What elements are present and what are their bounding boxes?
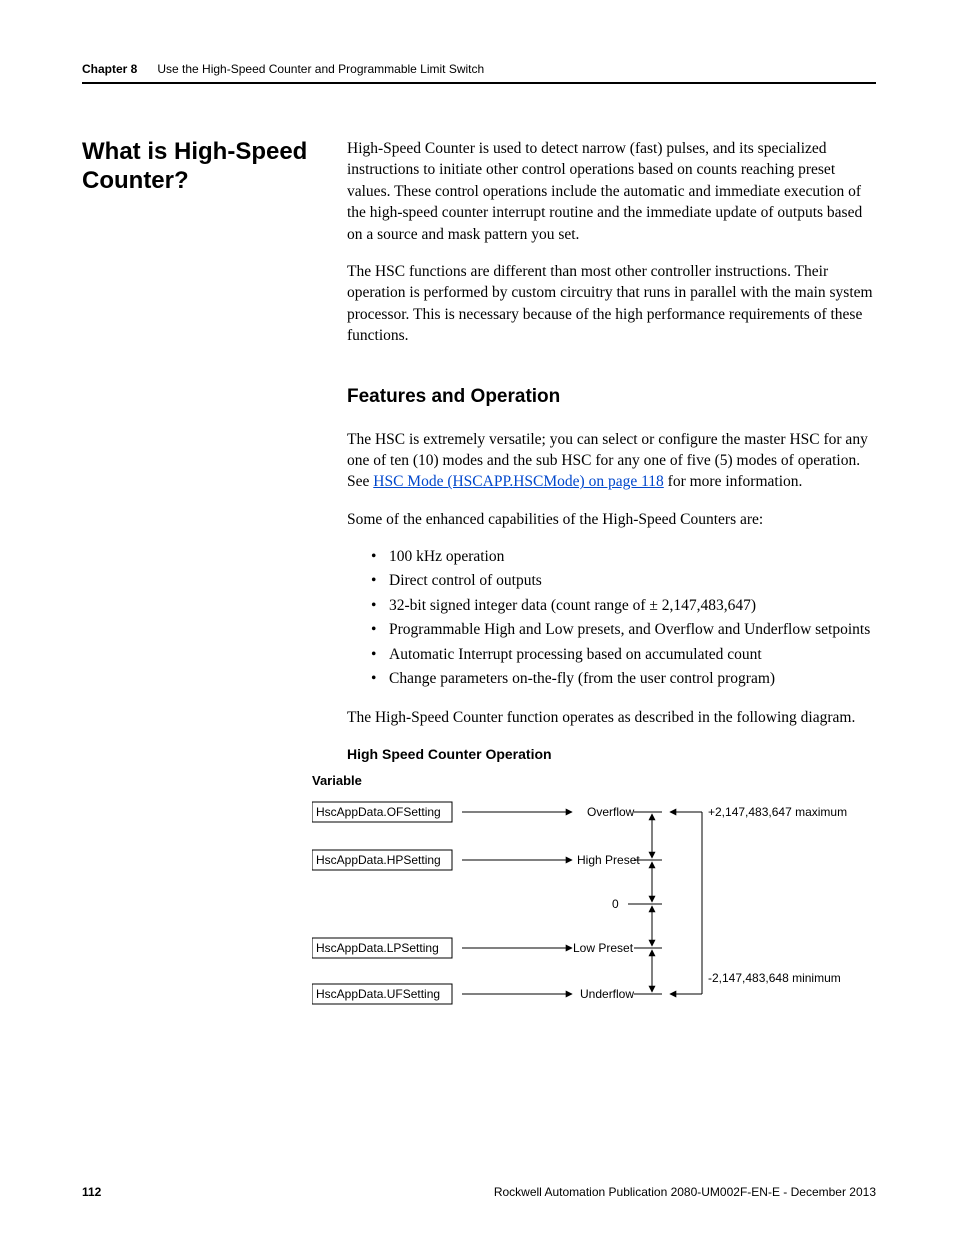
body-paragraph: High-Speed Counter is used to detect nar…	[347, 138, 876, 245]
svg-text:HscAppData.LPSetting: HscAppData.LPSetting	[316, 941, 439, 955]
variable-box: HscAppData.HPSetting	[312, 850, 452, 870]
section-heading: What is High-Speed Counter?	[82, 138, 327, 196]
body-paragraph: Some of the enhanced capabilities of the…	[347, 509, 876, 530]
level-label: Low Preset	[573, 941, 634, 955]
page-number: 112	[82, 1185, 101, 1199]
list-item: Automatic Interrupt processing based on …	[389, 644, 876, 665]
variable-box: HscAppData.LPSetting	[312, 938, 452, 958]
chapter-label: Chapter 8	[82, 62, 137, 76]
range-max-label: +2,147,483,647 maximum	[708, 805, 847, 819]
body-paragraph: The HSC is extremely versatile; you can …	[347, 429, 876, 493]
list-item: Programmable High and Low presets, and O…	[389, 619, 876, 640]
svg-text:HscAppData.HPSetting: HscAppData.HPSetting	[316, 853, 441, 867]
level-label: Overflow	[587, 805, 635, 819]
page-footer: 112 Rockwell Automation Publication 2080…	[82, 1185, 876, 1199]
level-label: 0	[612, 897, 619, 911]
level-label: Underflow	[580, 987, 634, 1001]
body-paragraph: The HSC functions are different than mos…	[347, 261, 876, 347]
diagram-column-header: Variable	[312, 772, 876, 790]
diagram-title: High Speed Counter Operation	[347, 745, 876, 764]
svg-text:HscAppData.OFSetting: HscAppData.OFSetting	[316, 805, 441, 819]
chapter-title: Use the High-Speed Counter and Programma…	[157, 62, 484, 76]
text-run: for more information.	[664, 473, 803, 490]
body-paragraph: The High-Speed Counter function operates…	[347, 707, 876, 728]
cross-reference-link[interactable]: HSC Mode (HSCAPP.HSCMode) on page 118	[373, 473, 664, 490]
publication-id: Rockwell Automation Publication 2080-UM0…	[494, 1185, 876, 1199]
list-item: 100 kHz operation	[389, 546, 876, 567]
hsc-operation-diagram: HscAppData.OFSetting HscAppData.HPSettin…	[312, 796, 876, 1022]
variable-box: HscAppData.UFSetting	[312, 984, 452, 1004]
list-item: 32-bit signed integer data (count range …	[389, 595, 876, 616]
list-item: Direct control of outputs	[389, 570, 876, 591]
range-min-label: -2,147,483,648 minimum	[708, 971, 841, 985]
svg-text:HscAppData.UFSetting: HscAppData.UFSetting	[316, 987, 440, 1001]
variable-box: HscAppData.OFSetting	[312, 802, 452, 822]
running-header: Chapter 8 Use the High-Speed Counter and…	[82, 62, 876, 84]
subsection-heading: Features and Operation	[347, 384, 876, 410]
feature-list: 100 kHz operation Direct control of outp…	[347, 546, 876, 689]
list-item: Change parameters on-the-fly (from the u…	[389, 668, 876, 689]
level-label: High Preset	[577, 853, 640, 867]
